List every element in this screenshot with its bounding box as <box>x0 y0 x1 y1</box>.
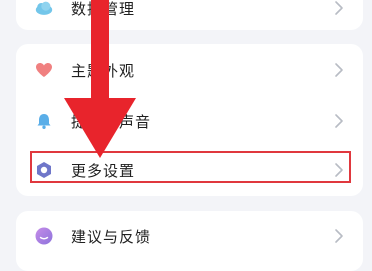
chevron-right-icon <box>335 63 343 77</box>
feedback-icon <box>34 226 54 246</box>
heart-icon <box>34 60 54 80</box>
chevron-right-icon <box>335 114 343 128</box>
settings-row-label: 数据管理 <box>71 0 136 18</box>
chevron-right-icon <box>335 1 343 15</box>
settings-card-data: 数据管理 <box>16 0 363 30</box>
settings-row-label: 提示与声音 <box>71 112 152 131</box>
settings-card-feedback: 建议与反馈 <box>16 211 363 271</box>
settings-card-appearance: 主题外观 提示与声音 更多设置 <box>16 44 363 196</box>
bell-icon <box>34 111 54 131</box>
settings-row-notifications[interactable]: 提示与声音 <box>16 99 363 143</box>
settings-row-more-settings[interactable]: 更多设置 <box>16 148 363 192</box>
settings-row-theme[interactable]: 主题外观 <box>16 48 363 92</box>
chevron-right-icon <box>335 163 343 177</box>
hexagon-gear-icon <box>34 160 54 180</box>
chevron-right-icon <box>335 229 343 243</box>
settings-row-data-management[interactable]: 数据管理 <box>16 0 363 30</box>
settings-row-label: 主题外观 <box>71 61 136 80</box>
settings-row-label: 建议与反馈 <box>71 227 152 246</box>
settings-row-feedback[interactable]: 建议与反馈 <box>16 214 363 258</box>
cloud-icon <box>34 0 54 18</box>
settings-row-label: 更多设置 <box>71 161 136 180</box>
